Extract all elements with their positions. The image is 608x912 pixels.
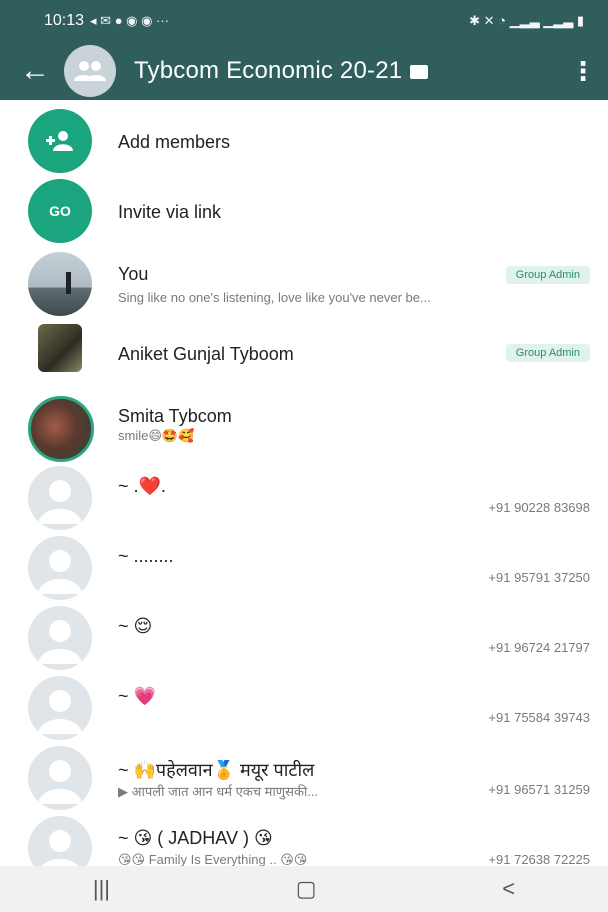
default-avatar-icon [28, 466, 92, 530]
status-left: 10:13 ◂ ✉ ● ◉ ◉ ··· [44, 12, 169, 30]
group-title-text: Tybcom Economic 20-21 [134, 57, 403, 84]
member-phone: +91 75584 39743 [488, 710, 590, 725]
avatar [38, 324, 82, 372]
status-time: 10:13 [44, 12, 85, 29]
member-row-smita[interactable]: Smita Tybcom smile😄🤩🥰 [0, 392, 608, 462]
group-icon [74, 61, 106, 81]
default-avatar-icon [28, 606, 92, 670]
member-name: ~ ........ [118, 546, 174, 566]
member-name: You [118, 264, 149, 284]
member-phone: +91 96571 31259 [488, 782, 590, 797]
member-name: ~ 😘 ( JADHAV ) 😘 [118, 828, 273, 848]
invite-link-row[interactable]: GO Invite via link [0, 176, 608, 246]
member-status: Sing like no one's listening, love like … [118, 290, 431, 305]
recent-apps-icon[interactable]: ||| [93, 876, 110, 902]
notification-icons: ◂ ✉ ● ◉ ◉ ··· [90, 13, 170, 28]
member-name: ~ .❤️. [118, 476, 166, 496]
default-avatar-icon [28, 536, 92, 600]
add-members-row[interactable]: Add members [0, 106, 608, 176]
member-row[interactable]: ~ ........ +91 95791 37250 [0, 532, 608, 602]
group-title[interactable]: Tybcom Economic 20-21 [134, 57, 570, 85]
back-arrow-icon[interactable]: ← [20, 56, 64, 86]
member-row[interactable]: ~ 💗 +91 75584 39743 [0, 672, 608, 742]
group-admin-badge: Group Admin [505, 266, 590, 284]
member-row[interactable]: ~ 🙌पहेलवान🏅 मयूर पाटील ▶ आपली जात आन धर्… [0, 742, 608, 812]
member-row[interactable]: ~ .❤️. +91 90228 83698 [0, 462, 608, 532]
label-icon [410, 64, 429, 79]
app-bar: ← Tybcom Economic 20-21 ⋮ [0, 42, 608, 100]
invite-link-label: Invite via link [118, 202, 222, 222]
member-name: Aniket Gunjal Tyboom [118, 344, 294, 364]
group-admin-badge: Group Admin [505, 344, 590, 362]
member-phone: +91 96724 21797 [488, 640, 590, 655]
status-right: ✱ ✕ ◔ ▁▂▃ ▁▂▃ ▮ [469, 13, 584, 29]
member-phone: +91 95791 37250 [488, 570, 590, 585]
member-name: ~ 🙌पहेलवान🏅 मयूर पाटील [118, 760, 315, 780]
member-name: Smita Tybcom [118, 406, 232, 426]
default-avatar-icon [28, 676, 92, 740]
member-row-aniket[interactable]: Aniket Gunjal Tyboom Group Admin [0, 320, 608, 390]
avatar [28, 396, 94, 462]
member-name: ~ 💗 [118, 686, 156, 706]
signal-battery-icons: ✱ ✕ ◔ ▁▂▃ ▁▂▃ ▮ [469, 13, 584, 28]
link-icon: GO [28, 179, 92, 243]
system-nav-bar: ||| ▢ < [0, 866, 608, 912]
add-members-label: Add members [118, 132, 231, 152]
member-name: ~ 😌 [118, 616, 153, 636]
avatar [28, 252, 92, 316]
group-avatar[interactable] [64, 45, 116, 97]
default-avatar-icon [28, 746, 92, 810]
member-phone: +91 90228 83698 [488, 500, 590, 515]
status-bar: 10:13 ◂ ✉ ● ◉ ◉ ··· ✱ ✕ ◔ ▁▂▃ ▁▂▃ ▮ [0, 0, 608, 42]
member-phone: +91 72638 72225 [488, 852, 590, 867]
member-status: ▶ आपली जात आन धर्म एकच माणुसकी... [118, 784, 319, 799]
nav-back-icon[interactable]: < [502, 876, 515, 902]
member-row[interactable]: ~ 😌 +91 96724 21797 [0, 602, 608, 672]
add-member-icon [28, 109, 92, 173]
overflow-menu-icon[interactable]: ⋮ [570, 56, 596, 87]
home-icon[interactable]: ▢ [296, 876, 317, 902]
member-status: smile😄🤩🥰 [118, 428, 195, 443]
member-row-you[interactable]: You Sing like no one's listening, love l… [0, 248, 608, 318]
